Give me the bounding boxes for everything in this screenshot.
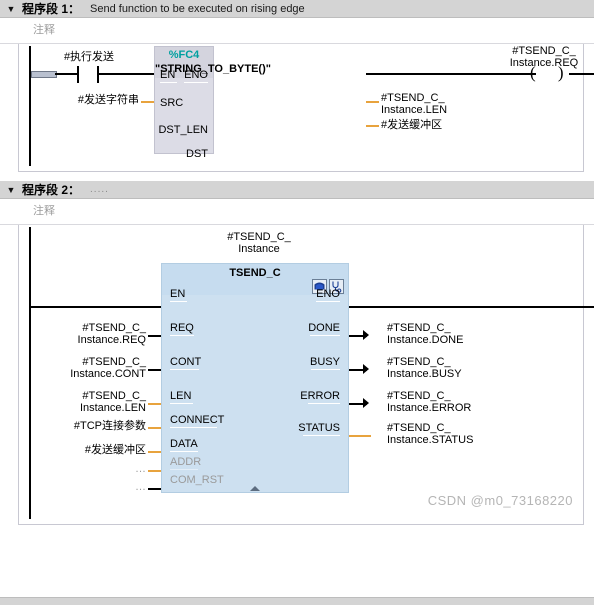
- dst-operand-label: #发送缓冲区: [381, 119, 443, 131]
- network-1-title: 程序段 1：: [22, 2, 81, 16]
- tsend-pin-addr[interactable]: ADDR: [170, 456, 201, 468]
- connect-operand-label: #TCP连接参数: [73, 420, 146, 432]
- dst-len-wire: [366, 101, 379, 103]
- network-1-header[interactable]: ▼ 程序段 1： Send function to be executed on…: [0, 0, 594, 18]
- tsend-pin-addr-underline: [170, 469, 198, 470]
- tsend-pin-error[interactable]: ERROR: [300, 390, 340, 402]
- tsend-pin-en[interactable]: EN: [170, 288, 185, 300]
- tsend-pin-data[interactable]: DATA: [170, 438, 198, 450]
- tsend-pin-busy[interactable]: BUSY: [310, 356, 340, 368]
- len-operand-label: #TSEND_C_ Instance.LEN: [79, 390, 146, 414]
- fc4-pin-eno[interactable]: ENO: [184, 69, 208, 81]
- rung-wire-contact-to-en: [99, 73, 154, 75]
- fc4-pin-dst[interactable]: DST: [186, 148, 208, 160]
- data-operand-label: #发送缓冲区: [84, 444, 146, 456]
- network-1-ladder: #执行发送 #发送字符串 %FC4 "STRING_TO_BYTE()" EN …: [18, 44, 594, 172]
- rung-wire-contact-left: [55, 73, 77, 75]
- watermark: CSDN @m0_73168220: [427, 493, 573, 508]
- network-2-comment-row: 注释: [0, 199, 594, 225]
- busy-arrow-icon: [363, 364, 369, 374]
- tsend-pin-cont[interactable]: CONT: [170, 356, 201, 368]
- tsend-pin-req-underline: [170, 335, 194, 336]
- fc4-number: %FC4: [168, 49, 200, 61]
- eno-rung-wire: [349, 306, 594, 308]
- contact-left-bar: [77, 66, 79, 83]
- status-wire: [349, 435, 371, 437]
- fc4-pin-dst-len[interactable]: DST_LEN: [158, 124, 208, 136]
- tsend-pin-connect-underline: [170, 427, 217, 428]
- tsend-pin-status[interactable]: STATUS: [298, 422, 340, 434]
- busy-operand-label: #TSEND_C_ Instance.BUSY: [387, 356, 462, 380]
- error-operand-label: #TSEND_C_ Instance.ERROR: [387, 390, 472, 414]
- tsend-pin-eno[interactable]: ENO: [316, 288, 340, 300]
- tsend-pin-connect[interactable]: CONNECT: [170, 414, 224, 426]
- block-instance-label: #TSEND_C_ Instance: [227, 231, 291, 255]
- tsend-pin-error-underline: [308, 403, 340, 404]
- fc4-pin-en[interactable]: EN: [160, 69, 175, 81]
- fc4-pin-src[interactable]: SRC: [160, 97, 183, 109]
- network-2-ladder: #TSEND_C_ Instance TSEND_C EN REQ CONT L…: [18, 225, 594, 525]
- tsend-pin-en-underline: [170, 301, 187, 302]
- req-operand-label: #TSEND_C_ Instance.REQ: [77, 322, 146, 346]
- triangle-down-icon[interactable]: ▼: [0, 185, 22, 195]
- cont-wire: [148, 369, 161, 371]
- com-rst-operand-label: …: [135, 481, 146, 493]
- en-rung-wire: [29, 306, 161, 308]
- req-wire: [148, 335, 161, 337]
- error-arrow-icon: [363, 398, 369, 408]
- network-2-header[interactable]: ▼ 程序段 2： .....: [0, 181, 594, 199]
- src-wire: [141, 101, 154, 103]
- addr-wire: [148, 470, 161, 472]
- tsend-pin-cont-underline: [170, 369, 199, 370]
- com-rst-wire: [148, 488, 161, 490]
- fc4-pin-eno-underline: [184, 82, 208, 83]
- addr-operand-label: …: [135, 463, 146, 475]
- data-wire: [148, 451, 161, 453]
- power-rail: [29, 46, 31, 166]
- dst-len-operand-label: #TSEND_C_ Instance.LEN: [381, 92, 448, 116]
- coil-right-wire: [569, 73, 594, 75]
- tsend-pin-eno-underline: [316, 301, 340, 302]
- cont-operand-label: #TSEND_C_ Instance.CONT: [70, 356, 146, 380]
- tsend-pin-req[interactable]: REQ: [170, 322, 194, 334]
- tsend-pin-len[interactable]: LEN: [170, 390, 191, 402]
- fc4-pin-en-underline: [160, 82, 177, 83]
- tsend-pin-data-underline: [170, 451, 198, 452]
- contact-operand-label: #执行发送: [63, 51, 115, 63]
- bottom-strip: [0, 597, 594, 605]
- network-1-subtitle: Send function to be executed on rising e…: [90, 2, 305, 15]
- triangle-down-icon[interactable]: ▼: [0, 4, 22, 14]
- src-operand-label: #发送字符串: [77, 94, 139, 106]
- normally-open-contact[interactable]: [77, 66, 99, 83]
- tsend-pin-com-rst[interactable]: COM_RST: [170, 474, 224, 486]
- done-operand-label: #TSEND_C_ Instance.DONE: [387, 322, 464, 346]
- block-collapse-arrow-icon[interactable]: [250, 486, 260, 491]
- tsend-c-block[interactable]: TSEND_C EN REQ CONT LEN CONNECT DATA ADD…: [161, 263, 349, 493]
- tsend-pin-busy-underline: [311, 369, 340, 370]
- network-1-comment-row: 注释: [0, 18, 594, 44]
- power-rail: [29, 227, 31, 519]
- tsend-pin-len-underline: [170, 403, 193, 404]
- fc4-block-body: EN SRC ENO DST_LEN DST: [154, 69, 214, 160]
- tsend-pin-status-underline: [303, 435, 340, 436]
- coil-operand-label: #TSEND_C_ Instance.REQ: [509, 45, 579, 69]
- tsend-c-block-body: EN REQ CONT LEN CONNECT DATA ADDR COM_RS…: [161, 288, 349, 493]
- tsend-pin-done[interactable]: DONE: [308, 322, 340, 334]
- status-operand-label: #TSEND_C_ Instance.STATUS: [387, 422, 474, 446]
- selected-wire-segment[interactable]: [31, 71, 57, 78]
- network-2-subtitle: .....: [90, 184, 109, 195]
- tsend-pin-done-underline: [310, 335, 340, 336]
- network-2-comment-input[interactable]: 注释: [30, 203, 584, 219]
- fc4-function-block[interactable]: %FC4 "STRING_TO_BYTE()" EN SRC ENO DST_L…: [154, 46, 271, 160]
- dst-wire: [366, 125, 379, 127]
- len-wire: [148, 403, 161, 405]
- connect-wire: [148, 427, 161, 429]
- eno-wire: [366, 73, 536, 75]
- network-2-title: 程序段 2：: [22, 183, 81, 197]
- network-1-comment-input[interactable]: 注释: [30, 22, 584, 38]
- done-arrow-icon: [363, 330, 369, 340]
